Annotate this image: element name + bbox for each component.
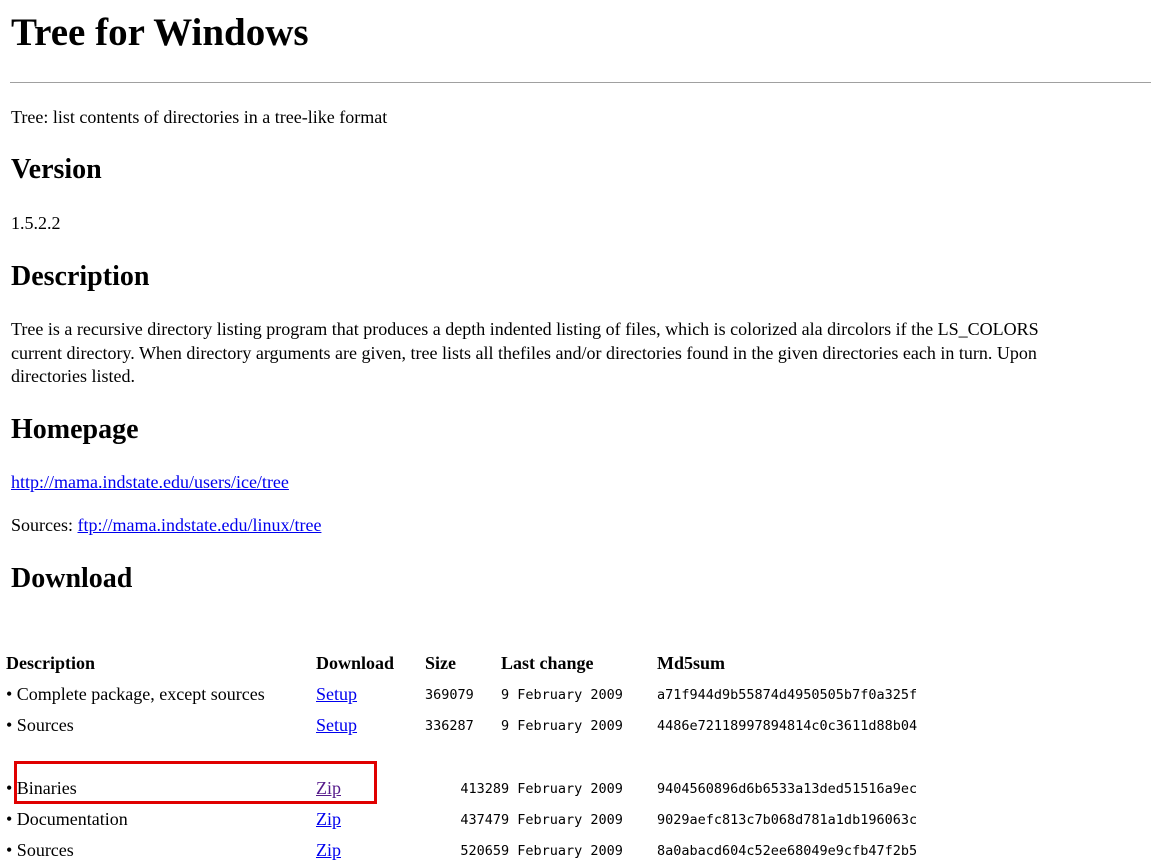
row-size: 52065 bbox=[460, 842, 501, 859]
row-download-cell: Zip bbox=[316, 835, 425, 865]
row-download-cell: Setup bbox=[316, 679, 425, 710]
row-md5: 9404560896d6b6533a13ded51516a9ec bbox=[657, 780, 918, 797]
row-download-cell: Zip bbox=[316, 804, 425, 835]
column-header-size: Size bbox=[425, 652, 456, 673]
title-divider bbox=[10, 82, 1151, 83]
row-md5: a71f944d9b55874d4950505b7f0a325f bbox=[657, 686, 918, 703]
version-heading: Version bbox=[11, 154, 102, 185]
table-header-row: Description Download Size Last change Md… bbox=[6, 647, 957, 679]
column-header-description: Description bbox=[6, 652, 95, 673]
homepage-link[interactable]: http://mama.indstate.edu/users/ice/tree bbox=[11, 472, 289, 492]
table-row: • Documentation Zip 43747 9 February 200… bbox=[6, 804, 957, 835]
column-header-md5sum: Md5sum bbox=[657, 652, 726, 673]
description-heading: Description bbox=[11, 261, 150, 292]
homepage-paragraph: http://mama.indstate.edu/users/ice/tree bbox=[11, 471, 289, 495]
download-heading: Download bbox=[11, 563, 133, 594]
row-download-cell: Setup bbox=[316, 710, 425, 741]
zip-download-link[interactable]: Zip bbox=[316, 809, 341, 829]
row-date: 9 February 2009 bbox=[501, 811, 623, 828]
zip-download-link[interactable]: Zip bbox=[316, 778, 341, 798]
row-date: 9 February 2009 bbox=[501, 842, 623, 859]
tagline: Tree: list contents of directories in a … bbox=[11, 107, 388, 127]
sources-label: Sources: bbox=[11, 515, 73, 535]
page-title: Tree for Windows bbox=[11, 11, 309, 54]
row-date: 9 February 2009 bbox=[501, 686, 623, 703]
sources-link[interactable]: ftp://mama.indstate.edu/linux/tree bbox=[78, 515, 322, 535]
table-row: • Binaries Zip 41328 9 February 2009 940… bbox=[6, 773, 957, 804]
row-date: 9 February 2009 bbox=[501, 780, 623, 797]
column-header-download: Download bbox=[316, 652, 395, 673]
row-date: 9 February 2009 bbox=[501, 717, 623, 734]
table-row: • Complete package, except sources Setup… bbox=[6, 679, 957, 710]
row-size: 369079 bbox=[425, 686, 474, 703]
row-md5: 9029aefc813c7b068d781a1db196063c bbox=[657, 811, 918, 828]
table-row: • Sources Setup 336287 9 February 2009 4… bbox=[6, 710, 957, 741]
setup-download-link[interactable]: Setup bbox=[316, 715, 357, 735]
version-value: 1.5.2.2 bbox=[11, 213, 61, 233]
row-size: 41328 bbox=[460, 780, 501, 797]
download-table: Description Download Size Last change Md… bbox=[6, 647, 957, 865]
row-md5: 4486e72118997894814c0c3611d88b04 bbox=[657, 717, 918, 734]
table-spacer-row bbox=[6, 741, 957, 773]
homepage-heading: Homepage bbox=[11, 414, 139, 445]
row-size: 336287 bbox=[425, 717, 474, 734]
description-line: current directory. When directory argume… bbox=[11, 342, 1037, 363]
row-description: • Binaries bbox=[6, 778, 77, 798]
description-text: Tree is a recursive directory listing pr… bbox=[11, 318, 1152, 389]
setup-download-link[interactable]: Setup bbox=[316, 684, 357, 704]
table-row: • Sources Zip 52065 9 February 2009 8a0a… bbox=[6, 835, 957, 865]
row-md5: 8a0abacd604c52ee68049e9cfb47f2b5 bbox=[657, 842, 918, 859]
row-description: • Documentation bbox=[6, 809, 128, 829]
column-header-last-change: Last change bbox=[501, 652, 594, 673]
row-description: • Complete package, except sources bbox=[6, 684, 265, 704]
description-line: directories listed. bbox=[11, 366, 135, 386]
zip-download-link[interactable]: Zip bbox=[316, 840, 341, 860]
row-download-cell: Zip bbox=[316, 773, 425, 804]
row-description: • Sources bbox=[6, 840, 74, 860]
row-description: • Sources bbox=[6, 715, 74, 735]
row-size: 43747 bbox=[460, 811, 501, 828]
sources-paragraph: Sources: ftp://mama.indstate.edu/linux/t… bbox=[11, 514, 321, 538]
description-line: Tree is a recursive directory listing pr… bbox=[11, 319, 1039, 339]
